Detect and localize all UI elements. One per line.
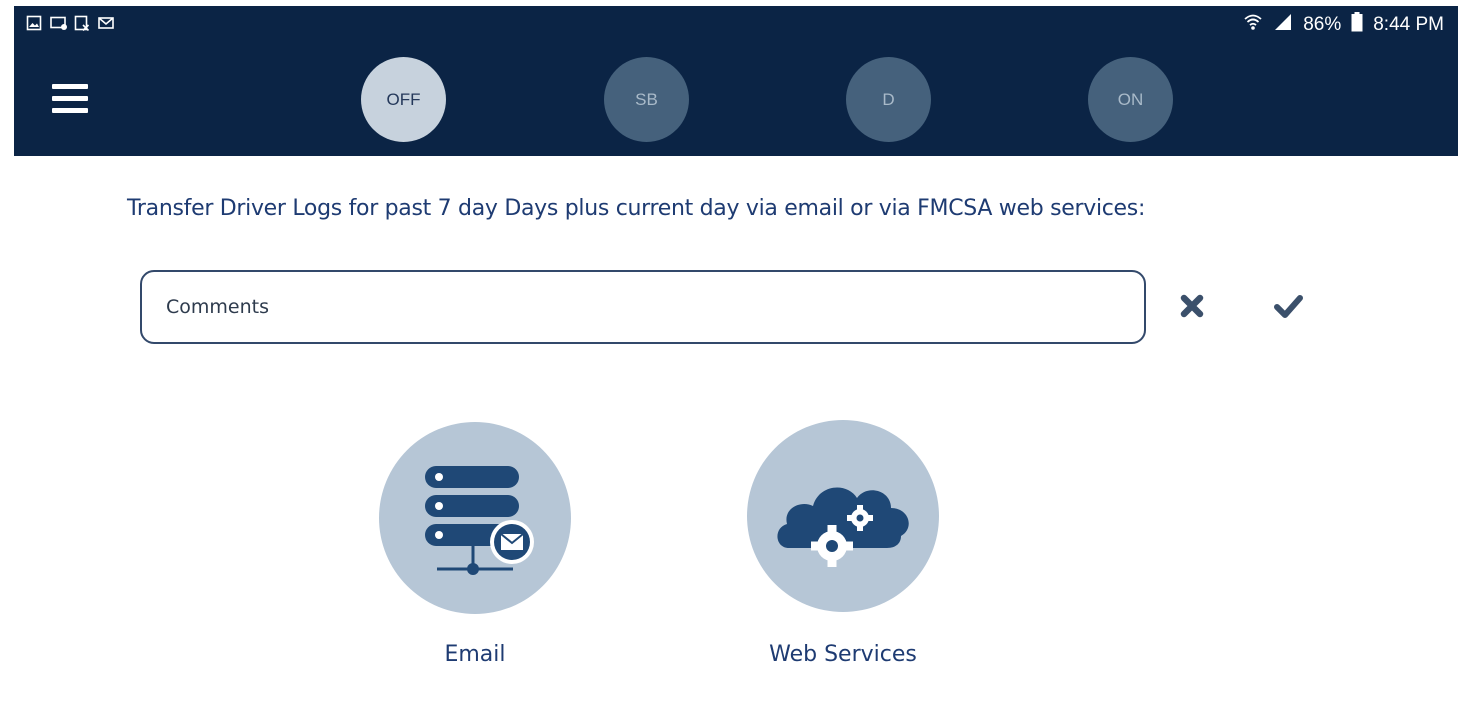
comments-input[interactable] [140, 270, 1146, 344]
duty-status-bar: OFF SB D ON [14, 42, 1458, 156]
notification-icons [26, 15, 114, 32]
clock: 8:44 PM [1373, 14, 1444, 35]
cast-icon [50, 15, 67, 31]
web-services-option[interactable]: Web Services [743, 420, 943, 667]
duty-status-sb[interactable]: SB [604, 57, 689, 142]
email-option[interactable]: Email [375, 422, 575, 667]
menu-icon[interactable] [52, 81, 88, 117]
email-label: Email [444, 642, 506, 667]
mail-icon [98, 15, 114, 31]
duty-status-d[interactable]: D [846, 57, 931, 142]
duty-status-on[interactable]: ON [1088, 57, 1173, 142]
server-mail-icon[interactable] [379, 422, 571, 614]
cancel-icon[interactable] [1176, 290, 1208, 322]
battery-icon [1351, 12, 1363, 38]
status-bar: 86% 8:44 PM [14, 6, 1458, 42]
wifi-icon [1243, 12, 1263, 38]
prescription-icon [74, 15, 90, 32]
transfer-instruction: Transfer Driver Logs for past 7 day Days… [127, 196, 1146, 221]
system-status: 86% 8:44 PM [1243, 12, 1444, 38]
web-services-label: Web Services [769, 642, 917, 667]
duty-status-off[interactable]: OFF [361, 57, 446, 142]
cloud-gears-icon[interactable] [747, 420, 939, 612]
battery-percent: 86% [1303, 14, 1342, 35]
confirm-icon[interactable] [1272, 290, 1304, 322]
app-header: 86% 8:44 PM OFF SB D ON [14, 6, 1458, 156]
image-icon [26, 15, 42, 31]
signal-icon [1273, 13, 1293, 37]
